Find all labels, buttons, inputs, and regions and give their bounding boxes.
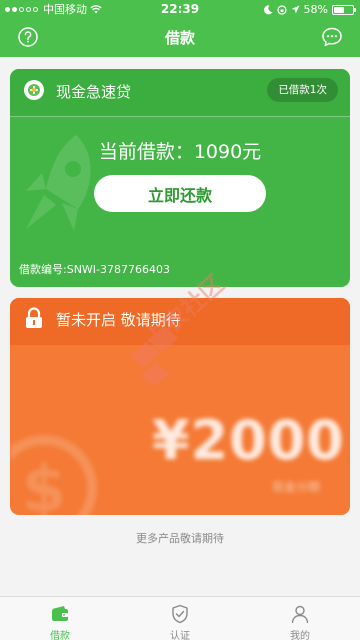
repay-now-button[interactable]: 立即还款 bbox=[94, 175, 266, 212]
person-icon bbox=[291, 605, 309, 624]
moon-icon bbox=[263, 4, 273, 14]
tab-verify-label: 认证 bbox=[170, 631, 190, 640]
locked-product-subtitle: 现金分期 bbox=[272, 480, 321, 494]
dollar-coin-icon: $ bbox=[10, 435, 97, 515]
loan-product-title: 现金急速贷 bbox=[56, 83, 132, 101]
page-title: 借款 bbox=[164, 29, 195, 47]
status-right: 58% bbox=[263, 0, 356, 19]
location-icon bbox=[291, 5, 300, 14]
more-products-note: 更多产品敬请期待 bbox=[136, 532, 224, 545]
lock-rotation-icon bbox=[276, 4, 287, 15]
current-loan-amount: 当前借款：1090元 bbox=[98, 141, 262, 163]
loan-card-header: 现金急速贷 已借款1次 bbox=[10, 69, 350, 117]
product-logo-icon bbox=[24, 80, 44, 100]
battery-icon bbox=[332, 4, 356, 15]
watermark-text: 卡农社区 bbox=[140, 270, 230, 355]
status-bar: 中国移动 22:39 58% bbox=[0, 0, 360, 19]
tab-loan[interactable]: 借款 bbox=[30, 597, 90, 640]
chat-icon[interactable] bbox=[321, 26, 343, 48]
tab-bar: 借款 认证 我的 bbox=[0, 596, 360, 640]
svg-text:$: $ bbox=[22, 453, 67, 515]
tab-verify[interactable]: 认证 bbox=[150, 597, 210, 640]
locked-amount: ¥2000 bbox=[152, 409, 345, 472]
tab-loan-label: 借款 bbox=[50, 631, 70, 640]
loan-count-badge: 已借款1次 bbox=[267, 78, 338, 102]
tab-mine[interactable]: 我的 bbox=[270, 597, 330, 640]
app-header: 中国移动 22:39 58% 借款 bbox=[0, 0, 360, 57]
shield-icon bbox=[172, 604, 188, 624]
tab-mine-label: 我的 bbox=[290, 631, 310, 640]
battery-percent: 58% bbox=[303, 3, 328, 16]
wallet-icon bbox=[52, 606, 68, 621]
lock-icon bbox=[26, 307, 42, 328]
watermark-logo: 卡农社区 bbox=[130, 270, 230, 386]
